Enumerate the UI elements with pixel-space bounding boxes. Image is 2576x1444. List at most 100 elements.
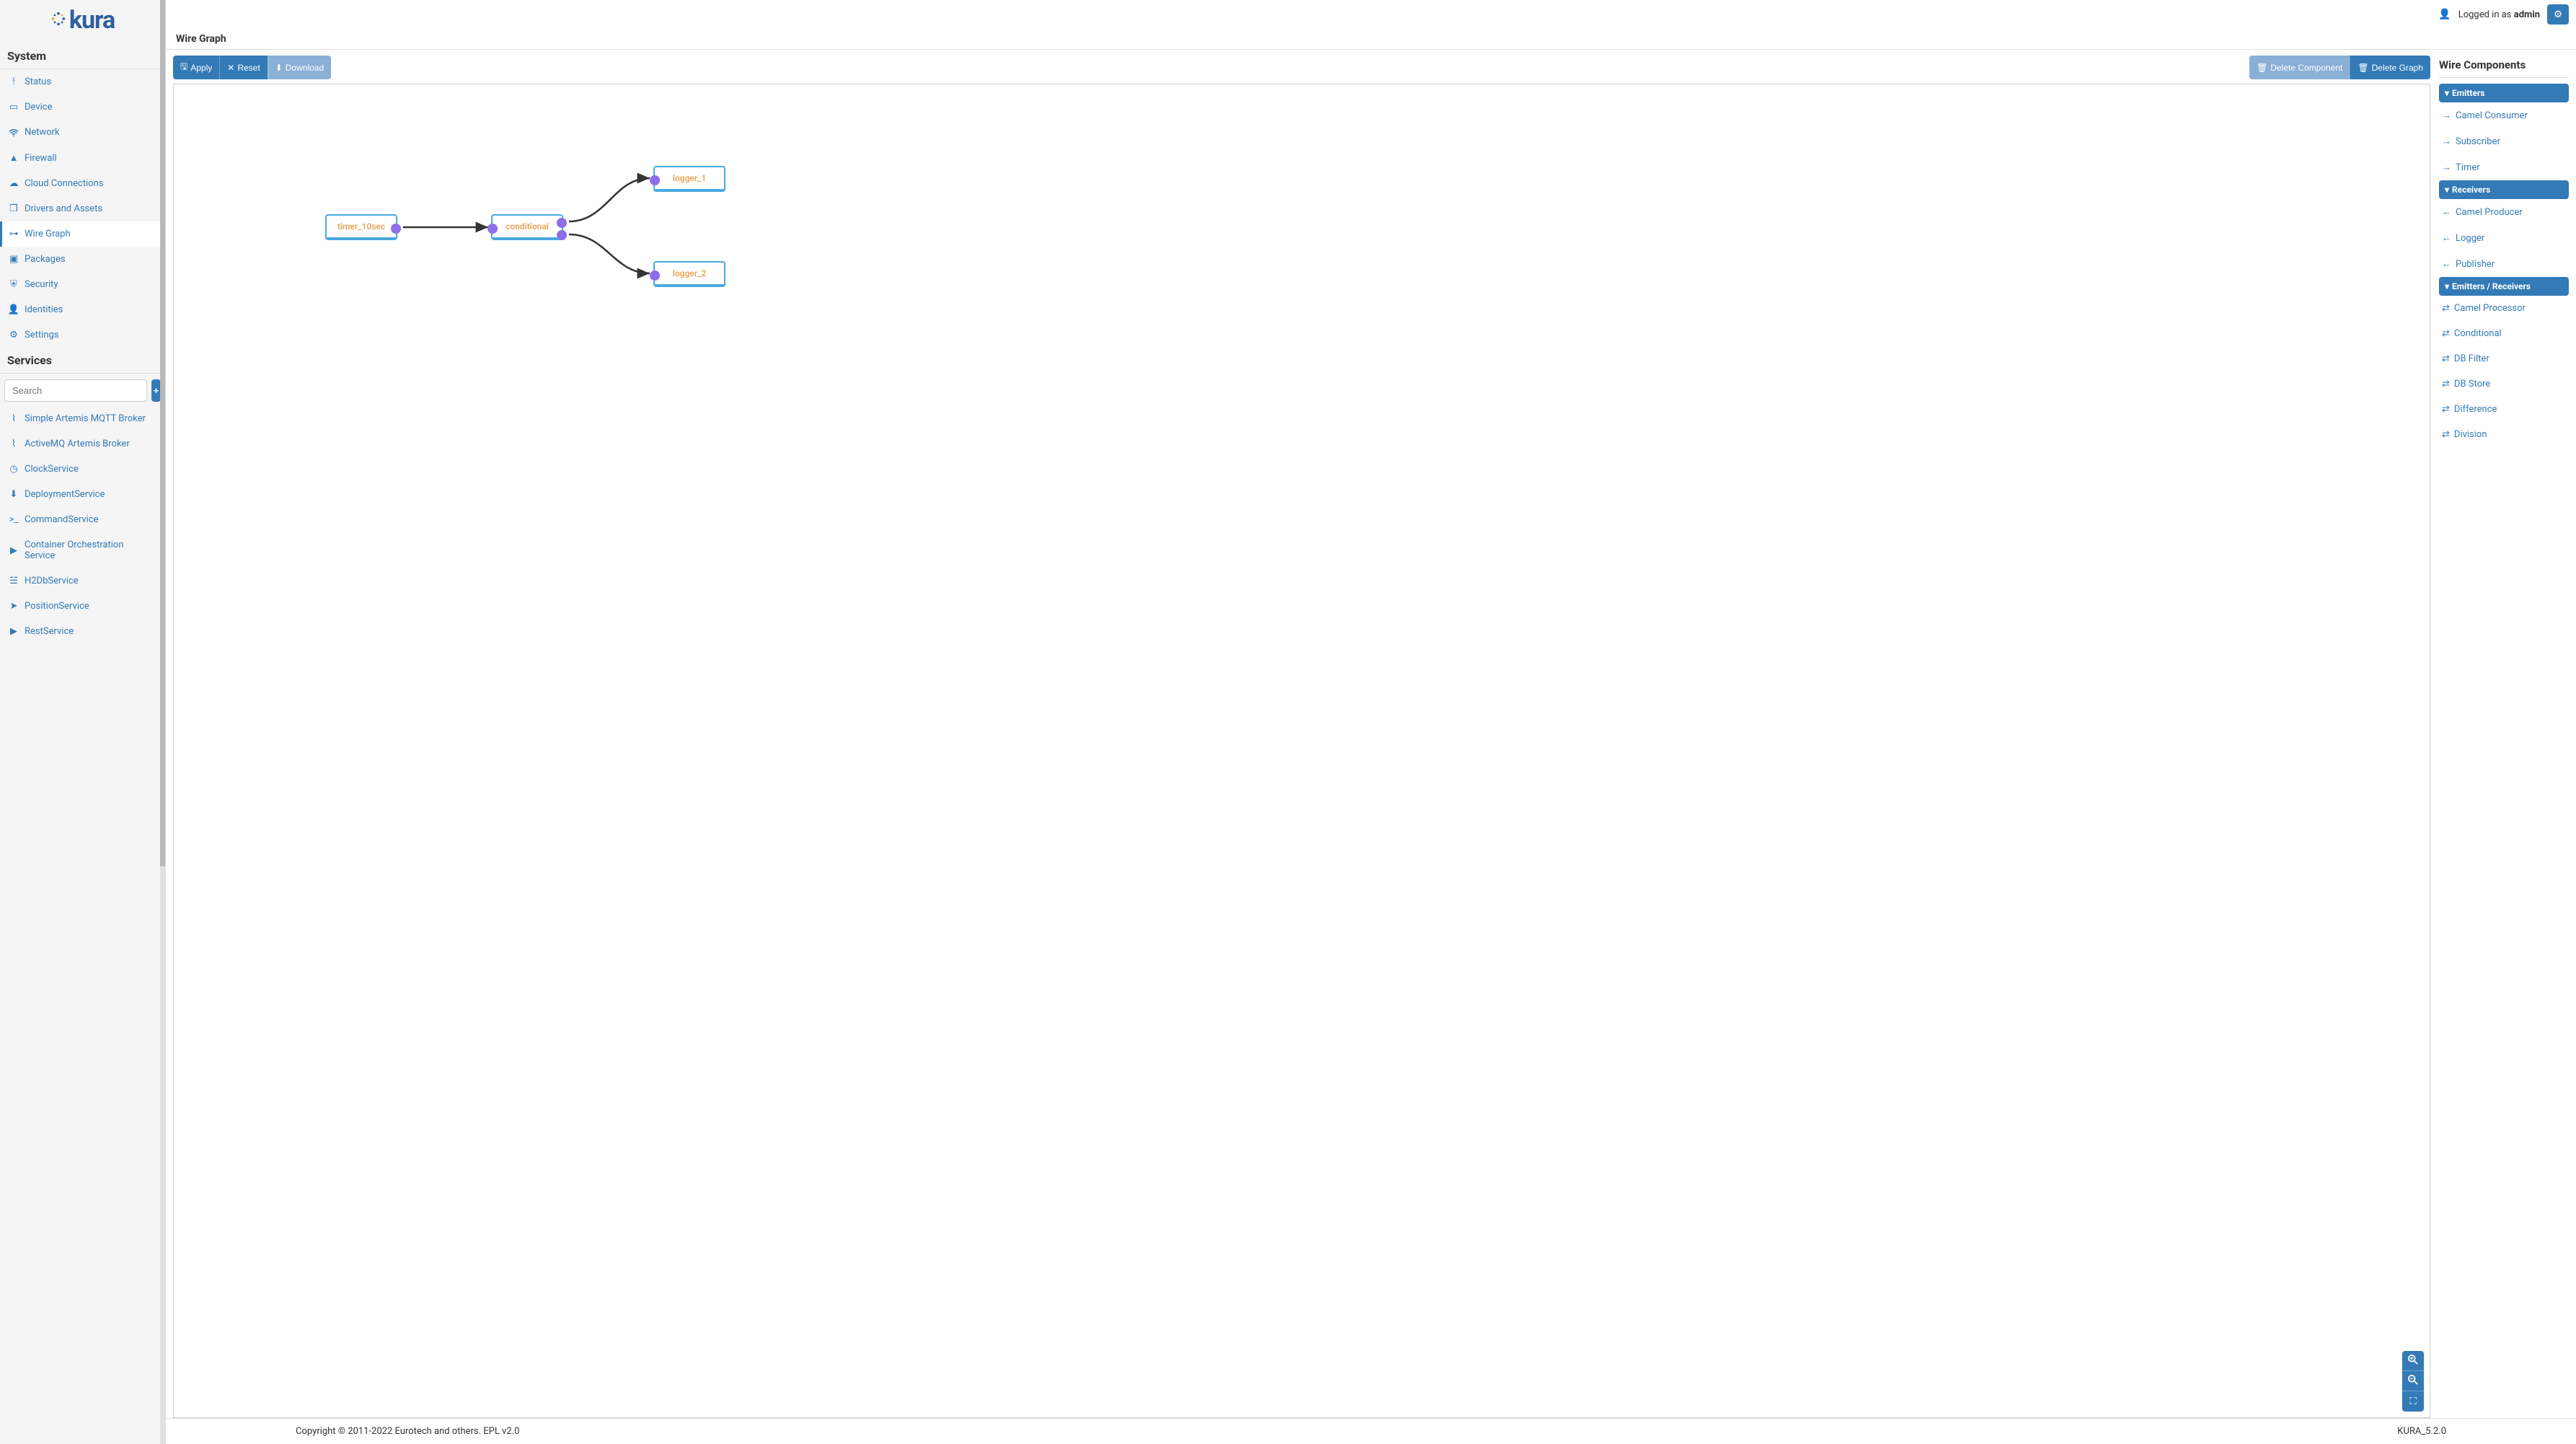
service-item-deployment[interactable]: ⬇DeploymentService xyxy=(0,482,165,507)
sidebar-item-label: Device xyxy=(25,102,53,113)
port-output[interactable] xyxy=(391,224,401,234)
port-output-2[interactable] xyxy=(557,230,567,240)
service-label: Container Orchestration Service xyxy=(25,540,156,561)
wire-connections xyxy=(174,84,2430,1417)
system-header: System xyxy=(0,43,165,69)
play-icon: ▶ xyxy=(9,545,19,556)
sidebar-item-device[interactable]: ▭Device xyxy=(0,94,165,120)
arrows-icon: ⇄ xyxy=(2442,429,2450,440)
sidebar-item-identities[interactable]: 👤Identities xyxy=(0,297,165,322)
user-icon: 👤 xyxy=(2438,9,2451,20)
reset-button[interactable]: ✕Reset xyxy=(219,56,267,79)
arrows-icon: ⇄ xyxy=(2442,328,2450,339)
sitemap-icon: ⊶ xyxy=(9,229,19,239)
sidebar-item-label: Drivers and Assets xyxy=(25,203,102,214)
comp-db-store[interactable]: ⇄DB Store xyxy=(2439,371,2569,397)
terminal-icon: >_ xyxy=(9,514,19,525)
arrows-icon: ⇄ xyxy=(2442,404,2450,415)
node-label: conditional xyxy=(506,221,549,232)
port-output-1[interactable] xyxy=(557,218,567,228)
sidebar: kura System ! Status ▭Device Network ▲Fir… xyxy=(0,0,166,1444)
category-emitters[interactable]: ▾Emitters xyxy=(2439,84,2569,102)
sidebar-item-label: Status xyxy=(25,76,51,87)
apply-button[interactable]: 🖫Apply xyxy=(173,56,219,79)
node-logger-1[interactable]: logger_1 xyxy=(653,166,725,192)
caret-down-icon: ▾ xyxy=(2445,185,2449,195)
zoom-fit-button[interactable]: ⛶ xyxy=(2402,1391,2424,1412)
settings-button[interactable]: ⚙ xyxy=(2547,4,2569,25)
comp-camel-consumer[interactable]: →Camel Consumer xyxy=(2439,102,2569,128)
category-receivers[interactable]: ▾Receivers xyxy=(2439,180,2569,199)
download-label: Download xyxy=(286,63,324,73)
comp-label: DB Store xyxy=(2454,379,2490,389)
port-input[interactable] xyxy=(650,175,660,185)
zoom-in-button[interactable] xyxy=(2402,1351,2424,1371)
service-label: PositionService xyxy=(25,601,89,612)
gear-icon: ⚙ xyxy=(2554,9,2562,20)
sidebar-item-cloud[interactable]: ☁ Cloud Connections xyxy=(0,171,165,196)
service-item-container[interactable]: ▶ Container Orchestration Service xyxy=(0,532,165,568)
node-conditional[interactable]: conditional xyxy=(491,214,563,240)
node-label: logger_1 xyxy=(673,173,707,183)
search-input[interactable] xyxy=(4,379,147,402)
plus-icon: + xyxy=(154,385,159,396)
sidebar-item-network[interactable]: Network xyxy=(0,120,165,145)
sidebar-item-security[interactable]: ⛨Security xyxy=(0,272,165,297)
play-icon: ▶ xyxy=(9,626,19,637)
port-input[interactable] xyxy=(650,270,660,281)
sidebar-item-firewall[interactable]: ▲Firewall xyxy=(0,145,165,171)
caret-down-icon: ▾ xyxy=(2445,281,2449,291)
comp-division[interactable]: ⇄Division xyxy=(2439,422,2569,447)
comp-camel-processor[interactable]: ⇄Camel Processor xyxy=(2439,296,2569,321)
zoom-controls: ⛶ xyxy=(2402,1351,2424,1412)
services-header: Services xyxy=(0,348,165,374)
wire-components-panel: Wire Components ▾Emitters →Camel Consume… xyxy=(2439,56,2569,1418)
sidebar-item-label: Identities xyxy=(25,304,63,315)
clock-icon: ◷ xyxy=(9,464,19,475)
download-icon: ⬇ xyxy=(275,63,283,73)
rss-icon: ⌇ xyxy=(9,439,19,449)
node-timer[interactable]: timer_10sec xyxy=(325,214,397,240)
sidebar-item-label: Cloud Connections xyxy=(25,178,103,189)
sidebar-item-packages[interactable]: ▣Packages xyxy=(0,247,165,272)
port-input[interactable] xyxy=(488,224,498,234)
sidebar-item-wire-graph[interactable]: ⊶Wire Graph xyxy=(0,221,165,247)
category-emitters-receivers[interactable]: ▾Emitters / Receivers xyxy=(2439,277,2569,296)
service-label: ClockService xyxy=(25,464,79,475)
exclaim-icon: ! xyxy=(9,76,19,87)
delete-component-button[interactable]: 🗑Delete Component xyxy=(2249,56,2350,79)
services-search-row: + xyxy=(0,375,165,406)
sidebar-item-drivers[interactable]: ❒Drivers and Assets xyxy=(0,196,165,221)
download-button[interactable]: ⬇Download xyxy=(268,56,331,79)
logo: kura xyxy=(0,0,165,43)
sidebar-item-settings[interactable]: ⚙Settings xyxy=(0,322,165,348)
comp-camel-producer[interactable]: ←Camel Producer xyxy=(2439,199,2569,225)
comp-subscriber[interactable]: →Subscriber xyxy=(2439,128,2569,154)
delete-graph-button[interactable]: 🗑Delete Graph xyxy=(2350,56,2430,79)
comp-conditional[interactable]: ⇄Conditional xyxy=(2439,321,2569,346)
service-item-activemq[interactable]: ⌇ActiveMQ Artemis Broker xyxy=(0,431,165,457)
zoom-out-button[interactable] xyxy=(2402,1371,2424,1391)
comp-publisher[interactable]: ←Publisher xyxy=(2439,251,2569,277)
service-label: H2DbService xyxy=(25,576,79,586)
sidebar-item-status[interactable]: ! Status xyxy=(0,69,165,94)
footer: Copyright © 2011-2022 Eurotech and other… xyxy=(166,1418,2576,1444)
arrows-icon: ⇄ xyxy=(2442,353,2450,364)
comp-timer[interactable]: →Timer xyxy=(2439,154,2569,180)
cloud-icon: ☁ xyxy=(9,178,19,189)
fullscreen-icon: ⛶ xyxy=(2409,1396,2416,1407)
node-logger-2[interactable]: logger_2 xyxy=(653,261,725,287)
service-item-command[interactable]: >_CommandService xyxy=(0,507,165,532)
comp-logger[interactable]: ←Logger xyxy=(2439,225,2569,251)
sidebar-scrollbar[interactable] xyxy=(160,0,165,1444)
service-item-clock[interactable]: ◷ ClockService xyxy=(0,457,165,482)
service-item-rest[interactable]: ▶RestService xyxy=(0,619,165,644)
wire-graph-canvas[interactable]: timer_10sec conditional logger_1 logger_… xyxy=(173,84,2430,1418)
service-label: Simple Artemis MQTT Broker xyxy=(25,413,146,424)
service-item-h2db[interactable]: ☱H2DbService xyxy=(0,568,165,594)
delete-component-label: Delete Component xyxy=(2270,63,2342,73)
service-item-simple-artemis[interactable]: ⌇Simple Artemis MQTT Broker xyxy=(0,406,165,431)
comp-difference[interactable]: ⇄Difference xyxy=(2439,397,2569,422)
service-item-position[interactable]: ➤PositionService xyxy=(0,594,165,619)
comp-db-filter[interactable]: ⇄DB Filter xyxy=(2439,346,2569,371)
